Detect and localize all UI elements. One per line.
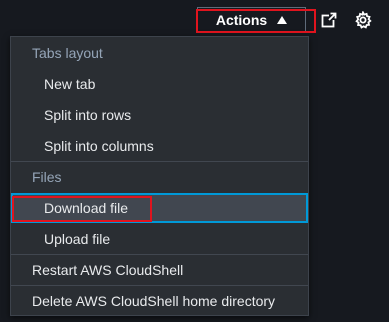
menu-item-restart[interactable]: Restart AWS CloudShell: [11, 255, 308, 285]
split-columns-label: Split into columns: [44, 138, 154, 154]
menu-item-split-columns[interactable]: Split into columns: [11, 131, 308, 161]
tabs-layout-group-label: Tabs layout: [32, 45, 103, 61]
caret-up-icon: [277, 16, 288, 24]
open-new-tab-button[interactable]: [319, 10, 339, 30]
restart-label: Restart AWS CloudShell: [32, 262, 184, 278]
new-tab-label: New tab: [44, 76, 96, 92]
toolbar: Actions: [0, 0, 389, 40]
actions-dropdown-menu: Tabs layout New tab Split into rows Spli…: [10, 36, 309, 316]
actions-label: Actions: [215, 12, 268, 28]
upload-file-label: Upload file: [44, 231, 111, 247]
menu-item-upload-file[interactable]: Upload file: [11, 224, 308, 254]
settings-button[interactable]: [353, 10, 373, 30]
menu-item-split-rows[interactable]: Split into rows: [11, 100, 308, 130]
actions-button[interactable]: Actions: [197, 7, 306, 33]
menu-item-download-file[interactable]: Download file: [11, 193, 308, 223]
delete-home-label: Delete AWS CloudShell home directory: [32, 293, 276, 309]
cloudshell-screen: Actions Tabs layout New tab Split into r…: [0, 0, 389, 322]
external-link-icon: [321, 12, 337, 28]
files-group-label: Files: [32, 169, 62, 185]
menu-item-new-tab[interactable]: New tab: [11, 69, 308, 99]
menu-divider: [11, 161, 308, 162]
download-file-label: Download file: [44, 200, 129, 216]
gear-icon: [355, 11, 372, 29]
split-rows-label: Split into rows: [44, 107, 132, 123]
menu-item-delete-home[interactable]: Delete AWS CloudShell home directory: [11, 286, 308, 316]
